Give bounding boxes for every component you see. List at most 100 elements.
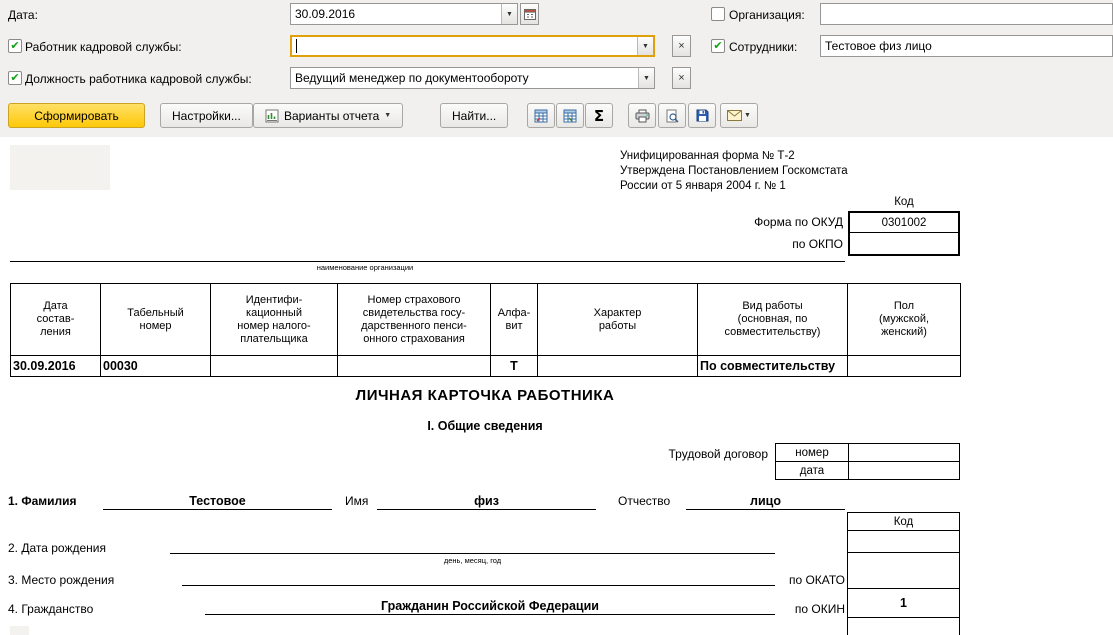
checkmark-icon: ✔ bbox=[10, 40, 20, 52]
contract-number-value-cell bbox=[848, 443, 960, 462]
okin-code-value: 1 bbox=[847, 588, 960, 618]
table-data-cell bbox=[537, 355, 698, 377]
code-cell bbox=[847, 552, 960, 589]
contract-date-value-cell bbox=[848, 461, 960, 480]
photo-placeholder bbox=[10, 145, 110, 190]
employees-checkbox[interactable]: ✔ bbox=[711, 39, 725, 53]
hr-position-input[interactable] bbox=[291, 68, 638, 88]
filter-panel: Дата: ▼ Организация: ✔ Работник кадровой… bbox=[0, 0, 1113, 137]
save-icon bbox=[696, 109, 708, 122]
save-button[interactable] bbox=[688, 103, 716, 128]
organization-field bbox=[820, 3, 1113, 25]
hr-worker-dropdown-button[interactable]: ▼ bbox=[637, 37, 653, 55]
settings-button[interactable]: Настройки... bbox=[160, 103, 253, 128]
hr-position-clear-button[interactable]: × bbox=[672, 67, 691, 89]
birthplace-label: 3. Место рождения bbox=[8, 573, 115, 587]
okpo-value bbox=[850, 233, 958, 254]
report-area: Унифицированная форма № Т-2 Утверждена П… bbox=[0, 137, 1113, 635]
organization-label: Организация: bbox=[729, 8, 805, 22]
birthdate-line bbox=[170, 537, 775, 554]
report-variants-button[interactable]: Варианты отчета ▼ bbox=[253, 103, 404, 128]
hr-position-combobox: ▼ bbox=[290, 67, 655, 89]
mail-icon bbox=[727, 110, 743, 121]
labor-contract-label: Трудовой договор bbox=[668, 447, 768, 461]
text-cursor bbox=[296, 39, 297, 53]
report-title: ЛИЧНАЯ КАРТОЧКА РАБОТНИКА bbox=[355, 387, 615, 404]
okud-value: 0301002 bbox=[850, 213, 958, 233]
name-value: физ bbox=[377, 493, 596, 510]
autosum-button[interactable]: Σ bbox=[585, 103, 613, 128]
calendar-icon bbox=[523, 9, 536, 20]
table-header-cell: Алфа- вит bbox=[490, 283, 538, 356]
date-combobox: ▼ bbox=[290, 3, 518, 25]
name-label: Имя bbox=[345, 494, 369, 508]
date-dropdown-button[interactable]: ▼ bbox=[501, 4, 517, 24]
hr-position-dropdown-button[interactable]: ▼ bbox=[638, 68, 654, 88]
table-data-cell bbox=[337, 355, 491, 377]
preview-icon bbox=[666, 109, 679, 123]
collapse-groupings-button[interactable] bbox=[556, 103, 584, 128]
okud-okpo-box: 0301002 bbox=[848, 211, 960, 256]
report-variant-icon bbox=[265, 109, 279, 122]
table-header-cell: Вид работы (основная, по совместительств… bbox=[697, 283, 848, 356]
birthdate-label: 2. Дата рождения bbox=[8, 541, 106, 555]
expand-groupings-icon bbox=[534, 109, 548, 122]
organization-input[interactable] bbox=[821, 4, 1112, 24]
chevron-down-icon: ▼ bbox=[744, 112, 751, 119]
approval-line: России от 5 января 2004 г. № 1 bbox=[620, 180, 786, 192]
hr-position-checkbox[interactable]: ✔ bbox=[8, 71, 22, 85]
employees-field bbox=[820, 35, 1113, 57]
birthplace-line bbox=[182, 569, 775, 586]
table-header-cell: Пол (мужской, женский) bbox=[847, 283, 961, 356]
okpo-label: по ОКПО bbox=[792, 237, 843, 251]
hr-worker-clear-button[interactable]: × bbox=[672, 35, 691, 57]
date-input[interactable] bbox=[291, 4, 501, 24]
report-variants-label: Варианты отчета bbox=[284, 108, 380, 123]
collapse-groupings-icon bbox=[563, 109, 577, 122]
citizenship-value: Гражданин Российской Федерации bbox=[205, 598, 775, 615]
find-button[interactable]: Найти... bbox=[440, 103, 509, 128]
okin-label: по ОКИН bbox=[794, 602, 845, 616]
table-header-cell: Табельный номер bbox=[100, 283, 211, 356]
close-icon: × bbox=[678, 72, 685, 84]
table-data-cell bbox=[210, 355, 338, 377]
hr-worker-input[interactable] bbox=[292, 37, 637, 55]
employees-input[interactable] bbox=[821, 36, 1112, 56]
citizenship-label: 4. Гражданство bbox=[8, 602, 94, 616]
organization-checkbox[interactable] bbox=[711, 7, 725, 21]
chevron-down-icon: ▼ bbox=[384, 112, 392, 119]
table-data-cell: 30.09.2016 bbox=[10, 355, 101, 377]
okato-label: по ОКАТО bbox=[788, 573, 845, 587]
sigma-icon: Σ bbox=[593, 106, 605, 125]
code-cell bbox=[847, 617, 960, 635]
expand-groupings-button[interactable] bbox=[527, 103, 555, 128]
contract-date-label-cell: дата bbox=[775, 461, 849, 480]
print-button[interactable] bbox=[628, 103, 656, 128]
chevron-down-icon: ▼ bbox=[642, 42, 649, 50]
send-mail-button[interactable]: ▼ bbox=[720, 103, 758, 128]
date-label: Дата: bbox=[8, 8, 38, 22]
table-data-cell: 00030 bbox=[100, 355, 211, 377]
table-data-cell: По совместительству bbox=[697, 355, 848, 377]
org-name-line bbox=[10, 261, 845, 262]
approval-line: Унифицированная форма № Т-2 bbox=[620, 150, 795, 162]
chevron-down-icon: ▼ bbox=[506, 10, 513, 18]
patronymic-value: лицо bbox=[686, 493, 845, 510]
chevron-down-icon: ▼ bbox=[643, 74, 650, 82]
employees-label: Сотрудники: bbox=[729, 40, 798, 54]
hr-worker-checkbox[interactable]: ✔ bbox=[8, 39, 22, 53]
okud-label: Форма по ОКУД bbox=[754, 215, 843, 229]
printer-icon bbox=[635, 109, 649, 122]
calendar-button[interactable] bbox=[520, 3, 539, 25]
patronymic-label: Отчество bbox=[618, 494, 671, 508]
generate-button[interactable]: Сформировать bbox=[8, 103, 145, 128]
table-data-cell bbox=[847, 355, 961, 377]
approval-line: Утверждена Постановлением Госкомстата bbox=[620, 165, 848, 177]
table-data-cell: Т bbox=[490, 355, 538, 377]
section-title: I. Общие сведения bbox=[427, 419, 543, 433]
code-column-header: Код bbox=[847, 512, 960, 531]
hr-worker-combobox: ▼ bbox=[290, 35, 655, 57]
print-preview-button[interactable] bbox=[658, 103, 686, 128]
birthdate-hint: день, месяц, год bbox=[443, 556, 502, 565]
hr-worker-label: Работник кадровой службы: bbox=[25, 40, 182, 54]
